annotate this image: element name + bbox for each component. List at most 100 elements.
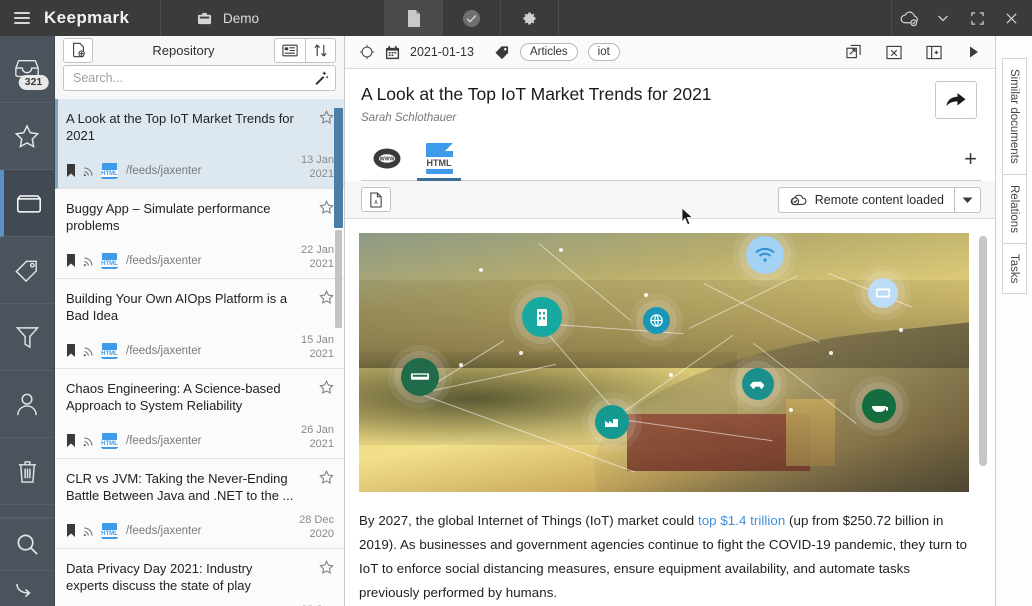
list-scrollbar[interactable] [334, 108, 343, 606]
sidebar-item-filters[interactable] [0, 304, 54, 371]
trash-icon [16, 459, 39, 484]
document-date: 26 Jan 2021 [301, 423, 334, 451]
tab-web[interactable]: WWW [361, 136, 413, 180]
left-icon-rail: 321 [0, 36, 55, 606]
trillion-link[interactable]: top $1.4 trillion [698, 513, 785, 528]
chevron-down-icon [935, 10, 951, 26]
sidebar-item-trash[interactable] [0, 438, 54, 505]
html-file-icon: HTML [426, 143, 453, 174]
www-globe-icon: WWW [372, 146, 402, 171]
remote-content-status-label: Remote content loaded [815, 193, 944, 207]
document-date-year: 2021 [301, 347, 334, 361]
export-pdf-button[interactable]: A [361, 187, 391, 212]
sidebar-item-tags[interactable] [0, 237, 54, 304]
tasks-tab[interactable] [443, 0, 501, 36]
share-button[interactable] [935, 81, 977, 119]
list-scrollbar-track-marker [335, 230, 342, 328]
network-dot [789, 408, 793, 412]
settings-tab[interactable] [501, 0, 559, 36]
list-item[interactable]: CLR vs JVM: Taking the Never-Ending Batt… [55, 459, 344, 549]
document-date-day: 26 Jan [301, 423, 334, 437]
document-date: 28 Dec 2020 [299, 513, 334, 541]
list-scrollbar-thumb[interactable] [334, 108, 343, 228]
close-document-button[interactable] [879, 37, 909, 67]
list-item[interactable]: A Look at the Top IoT Market Trends for … [55, 99, 344, 189]
search-box[interactable] [63, 65, 336, 91]
iot-node-device [868, 278, 898, 308]
sidebar-item-contacts[interactable] [0, 371, 54, 438]
document-paragraph: By 2027, the global Internet of Things (… [359, 509, 969, 605]
new-document-button[interactable] [63, 38, 93, 63]
list-view-icon [282, 44, 298, 57]
expand-icon [970, 11, 985, 26]
content-scrollbar[interactable] [979, 236, 987, 602]
sort-button[interactable] [305, 38, 336, 63]
document-list[interactable]: A Look at the Top IoT Market Trends for … [55, 99, 344, 606]
close-button[interactable] [994, 0, 1028, 36]
main-body: 321 [0, 36, 1032, 606]
remote-content-dropdown[interactable] [954, 188, 980, 212]
document-date-value: 2021-01-13 [410, 45, 474, 59]
play-button[interactable] [959, 37, 989, 67]
maximize-button[interactable] [960, 0, 994, 36]
document-date-day: 15 Jan [301, 333, 334, 347]
tab-similar-documents[interactable]: Similar documents [1002, 58, 1027, 174]
document-body[interactable]: By 2027, the global Internet of Things (… [345, 219, 995, 606]
svg-text:WWW: WWW [380, 156, 395, 162]
tab-html[interactable]: HTML [413, 136, 465, 180]
sidebar-search-button[interactable] [0, 518, 54, 570]
favorite-star-icon[interactable] [319, 380, 334, 395]
funnel-icon [15, 325, 40, 350]
html-tab-label: HTML [424, 157, 455, 169]
content-scrollbar-thumb[interactable] [979, 236, 987, 466]
favorite-star-icon[interactable] [319, 470, 334, 485]
tag-chip-iot[interactable]: iot [588, 43, 620, 61]
search-input[interactable] [73, 71, 314, 85]
magic-wand-icon[interactable] [314, 70, 329, 85]
list-item[interactable]: Buggy App – Simulate performance problem… [55, 189, 344, 279]
inbox-badge: 321 [19, 75, 49, 90]
document-title: Chaos Engineering: A Science-based Appro… [66, 380, 298, 414]
favorite-star-icon[interactable] [319, 560, 334, 575]
title-bar: Keepmark Demo [0, 0, 1032, 36]
project-selector[interactable]: Demo [161, 0, 385, 36]
new-pane-button[interactable] [919, 37, 949, 67]
html-format-icon: HTML [102, 163, 117, 179]
menu-icon[interactable] [14, 12, 30, 24]
hero-building-yellow [786, 399, 835, 466]
cloud-icon [899, 10, 920, 27]
remote-content-control: Remote content loaded [778, 187, 981, 213]
remote-content-status-button[interactable]: Remote content loaded [779, 188, 954, 212]
open-external-button[interactable] [839, 37, 869, 67]
page-title: A Look at the Top IoT Market Trends for … [361, 83, 981, 105]
iot-node-building [522, 297, 562, 337]
tag-chip-articles[interactable]: Articles [520, 43, 578, 61]
documents-tab[interactable] [385, 0, 443, 36]
rail-spacer [0, 505, 54, 518]
list-item[interactable]: Data Privacy Day 2021: Industry experts … [55, 549, 344, 606]
calendar-icon [385, 45, 400, 60]
target-icon[interactable] [359, 44, 375, 60]
favorite-star-icon[interactable] [319, 290, 334, 305]
document-title: A Look at the Top IoT Market Trends for … [66, 110, 298, 144]
app-title: Keepmark [44, 8, 129, 28]
favorite-star-icon[interactable] [319, 200, 334, 215]
document-meta: HTML /feeds/jaxenter [66, 523, 201, 539]
minimize-button[interactable] [926, 0, 960, 36]
sidebar-item-favorites[interactable] [0, 103, 54, 170]
sidebar-item-repository[interactable] [0, 170, 54, 237]
sidebar-item-inbox[interactable]: 321 [0, 36, 54, 103]
list-item[interactable]: Building Your Own AIOps Platform is a Ba… [55, 279, 344, 369]
network-dot [519, 351, 523, 355]
cloud-sync-button[interactable] [892, 0, 926, 36]
tab-tasks[interactable]: Tasks [1002, 243, 1027, 294]
list-item[interactable]: Chaos Engineering: A Science-based Appro… [55, 369, 344, 459]
brand-area: Keepmark [0, 0, 161, 36]
favorite-star-icon[interactable] [319, 110, 334, 125]
bookmark-icon [66, 434, 76, 447]
list-view-button[interactable] [274, 38, 305, 63]
sidebar-back-button[interactable] [0, 570, 54, 606]
window-controls [892, 0, 1032, 36]
add-tab-button[interactable]: + [964, 149, 977, 169]
tab-relations[interactable]: Relations [1002, 174, 1027, 243]
